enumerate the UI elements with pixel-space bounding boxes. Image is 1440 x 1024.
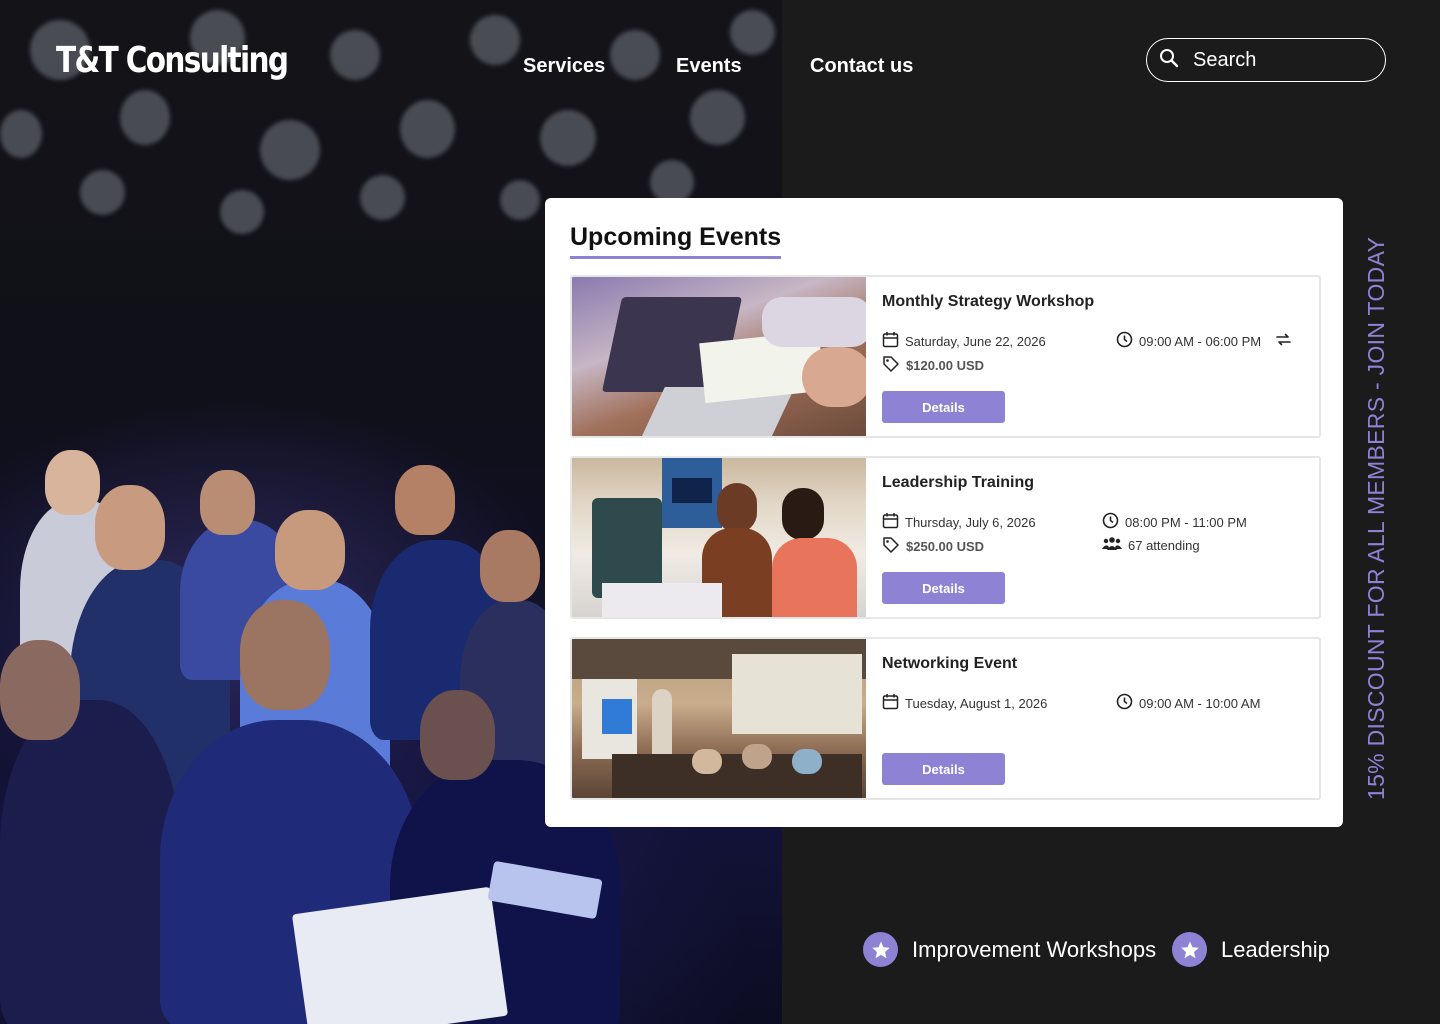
event-image-two-women-meeting <box>572 458 866 617</box>
details-button[interactable]: Details <box>882 753 1005 785</box>
event-card: Monthly Strategy Workshop Saturday, June… <box>570 275 1321 438</box>
search-icon[interactable] <box>1159 48 1179 73</box>
clock-icon <box>1116 331 1133 351</box>
event-image-networking-room <box>572 639 866 798</box>
tag-label: Leadership <box>1221 936 1330 962</box>
nav-events[interactable]: Events <box>676 55 742 78</box>
nav-contact-us[interactable]: Contact us <box>810 55 913 78</box>
event-price: $250.00 USD <box>882 536 984 557</box>
event-price-text: $120.00 USD <box>906 358 985 373</box>
event-date: Tuesday, August 1, 2026 <box>882 693 1047 713</box>
event-time: 08:00 PM - 11:00 PM <box>1102 512 1247 532</box>
calendar-icon <box>882 331 899 351</box>
details-button[interactable]: Details <box>882 572 1005 604</box>
calendar-icon <box>882 693 899 713</box>
event-date: Saturday, June 22, 2026 <box>882 331 1046 351</box>
event-date: Thursday, July 6, 2026 <box>882 512 1036 532</box>
price-tag-icon <box>882 536 900 557</box>
star-icon <box>863 932 898 967</box>
star-icon <box>1172 932 1207 967</box>
event-time: 09:00 AM - 06:00 PM <box>1116 331 1292 351</box>
event-card: Networking Event Tuesday, August 1, 2026… <box>570 637 1321 800</box>
event-date-text: Saturday, June 22, 2026 <box>905 333 1046 349</box>
tag-improvement-workshops[interactable]: Improvement Workshops <box>863 932 1156 967</box>
clock-icon <box>1102 512 1119 532</box>
event-image-laptop-meeting <box>572 277 866 436</box>
event-price: $120.00 USD <box>882 355 984 376</box>
event-card: Leadership Training Thursday, July 6, 20… <box>570 456 1321 619</box>
tag-label: Improvement Workshops <box>912 936 1157 962</box>
details-button[interactable]: Details <box>882 391 1005 423</box>
event-attendance-text: 67 attending <box>1128 538 1200 553</box>
event-time: 09:00 AM - 10:00 AM <box>1116 693 1260 713</box>
calendar-icon <box>882 512 899 532</box>
event-date-text: Tuesday, August 1, 2026 <box>905 695 1048 711</box>
people-icon <box>1102 536 1122 555</box>
event-date-text: Thursday, July 6, 2026 <box>905 514 1036 530</box>
tag-leadership[interactable]: Leadership <box>1172 932 1330 967</box>
search-box[interactable] <box>1146 38 1386 82</box>
event-title: Leadership Training <box>882 474 1035 491</box>
brand-logo[interactable]: T&T Consulting <box>56 40 289 81</box>
event-title: Networking Event <box>882 655 1018 672</box>
repeat-icon <box>1275 331 1292 351</box>
event-price-text: $250.00 USD <box>906 539 985 554</box>
event-attendance: 67 attending <box>1102 536 1200 555</box>
event-title: Monthly Strategy Workshop <box>882 293 1095 310</box>
price-tag-icon <box>882 355 900 376</box>
upcoming-events-panel: Upcoming Events Monthly Strategy Worksho… <box>545 198 1343 827</box>
event-time-text: 09:00 AM - 10:00 AM <box>1139 695 1261 711</box>
search-input[interactable] <box>1193 48 1363 72</box>
clock-icon <box>1116 693 1133 713</box>
event-time-text: 08:00 PM - 11:00 PM <box>1125 514 1247 530</box>
nav-services[interactable]: Services <box>523 55 605 78</box>
event-time-text: 09:00 AM - 06:00 PM <box>1139 333 1262 349</box>
panel-title: Upcoming Events <box>570 223 782 259</box>
membership-discount-banner: 15% DISCOUNT FOR ALL MEMBERS - JOIN TODA… <box>1363 236 1389 800</box>
